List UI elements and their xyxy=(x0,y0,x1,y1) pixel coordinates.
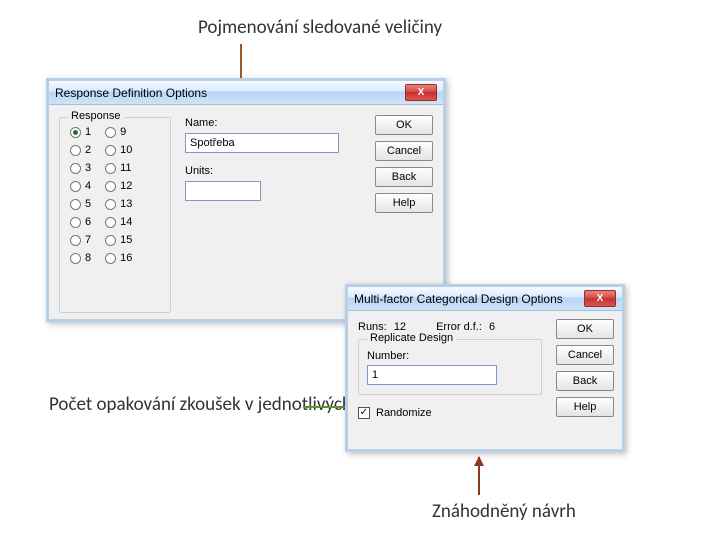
ok-button[interactable]: OK xyxy=(375,115,433,135)
response-radio-12[interactable]: 12 xyxy=(105,180,132,192)
response-radio-15[interactable]: 15 xyxy=(105,234,132,246)
number-input[interactable]: 1 xyxy=(367,365,497,385)
response-group-label: Response xyxy=(68,110,124,122)
response-radio-10[interactable]: 10 xyxy=(105,144,132,156)
error-df-value: 6 xyxy=(489,321,495,333)
name-input[interactable]: Spotřeba xyxy=(185,133,339,153)
help-button[interactable]: Help xyxy=(556,397,614,417)
replicate-design-label: Replicate Design xyxy=(367,332,456,344)
back-button[interactable]: Back xyxy=(375,167,433,187)
response-radio-14[interactable]: 14 xyxy=(105,216,132,228)
arrow-to-randomize-checkbox xyxy=(478,457,480,495)
randomize-checkbox[interactable]: ✓ xyxy=(358,407,370,419)
annotation-naming: Pojmenování sledované veličiny xyxy=(198,16,442,39)
response-radio-6[interactable]: 6 xyxy=(70,216,91,228)
response-radio-11[interactable]: 11 xyxy=(105,162,132,174)
back-button[interactable]: Back xyxy=(556,371,614,391)
randomize-label: Randomize xyxy=(376,407,432,419)
units-label: Units: xyxy=(185,165,339,177)
annotation-randomize: Znáhodněný návrh xyxy=(432,500,576,523)
ok-button[interactable]: OK xyxy=(556,319,614,339)
response-radio-16[interactable]: 16 xyxy=(105,252,132,264)
units-input[interactable] xyxy=(185,181,261,201)
response-radio-3[interactable]: 3 xyxy=(70,162,91,174)
response-radio-1[interactable]: 1 xyxy=(70,126,91,138)
response-radio-13[interactable]: 13 xyxy=(105,198,132,210)
dialog-title: Response Definition Options xyxy=(55,86,207,100)
dialog-titlebar: Response Definition Options X xyxy=(49,81,443,105)
response-radio-5[interactable]: 5 xyxy=(70,198,91,210)
response-radio-8[interactable]: 8 xyxy=(70,252,91,264)
help-button[interactable]: Help xyxy=(375,193,433,213)
multifactor-options-dialog: Multi-factor Categorical Design Options … xyxy=(345,284,625,452)
response-radio-4[interactable]: 4 xyxy=(70,180,91,192)
dialog-titlebar: Multi-factor Categorical Design Options … xyxy=(348,287,622,311)
response-radio-7[interactable]: 7 xyxy=(70,234,91,246)
replicate-design-group: Replicate Design Number: 1 xyxy=(358,339,542,395)
cancel-button[interactable]: Cancel xyxy=(375,141,433,161)
dialog-title: Multi-factor Categorical Design Options xyxy=(354,292,563,306)
close-icon[interactable]: X xyxy=(405,84,437,101)
response-radio-2[interactable]: 2 xyxy=(70,144,91,156)
cancel-button[interactable]: Cancel xyxy=(556,345,614,365)
response-radio-9[interactable]: 9 xyxy=(105,126,132,138)
close-icon[interactable]: X xyxy=(584,290,616,307)
name-label: Name: xyxy=(185,117,339,129)
response-group: Response 1 2 3 4 5 6 7 8 9 10 11 12 xyxy=(59,117,171,313)
number-label: Number: xyxy=(367,350,533,362)
